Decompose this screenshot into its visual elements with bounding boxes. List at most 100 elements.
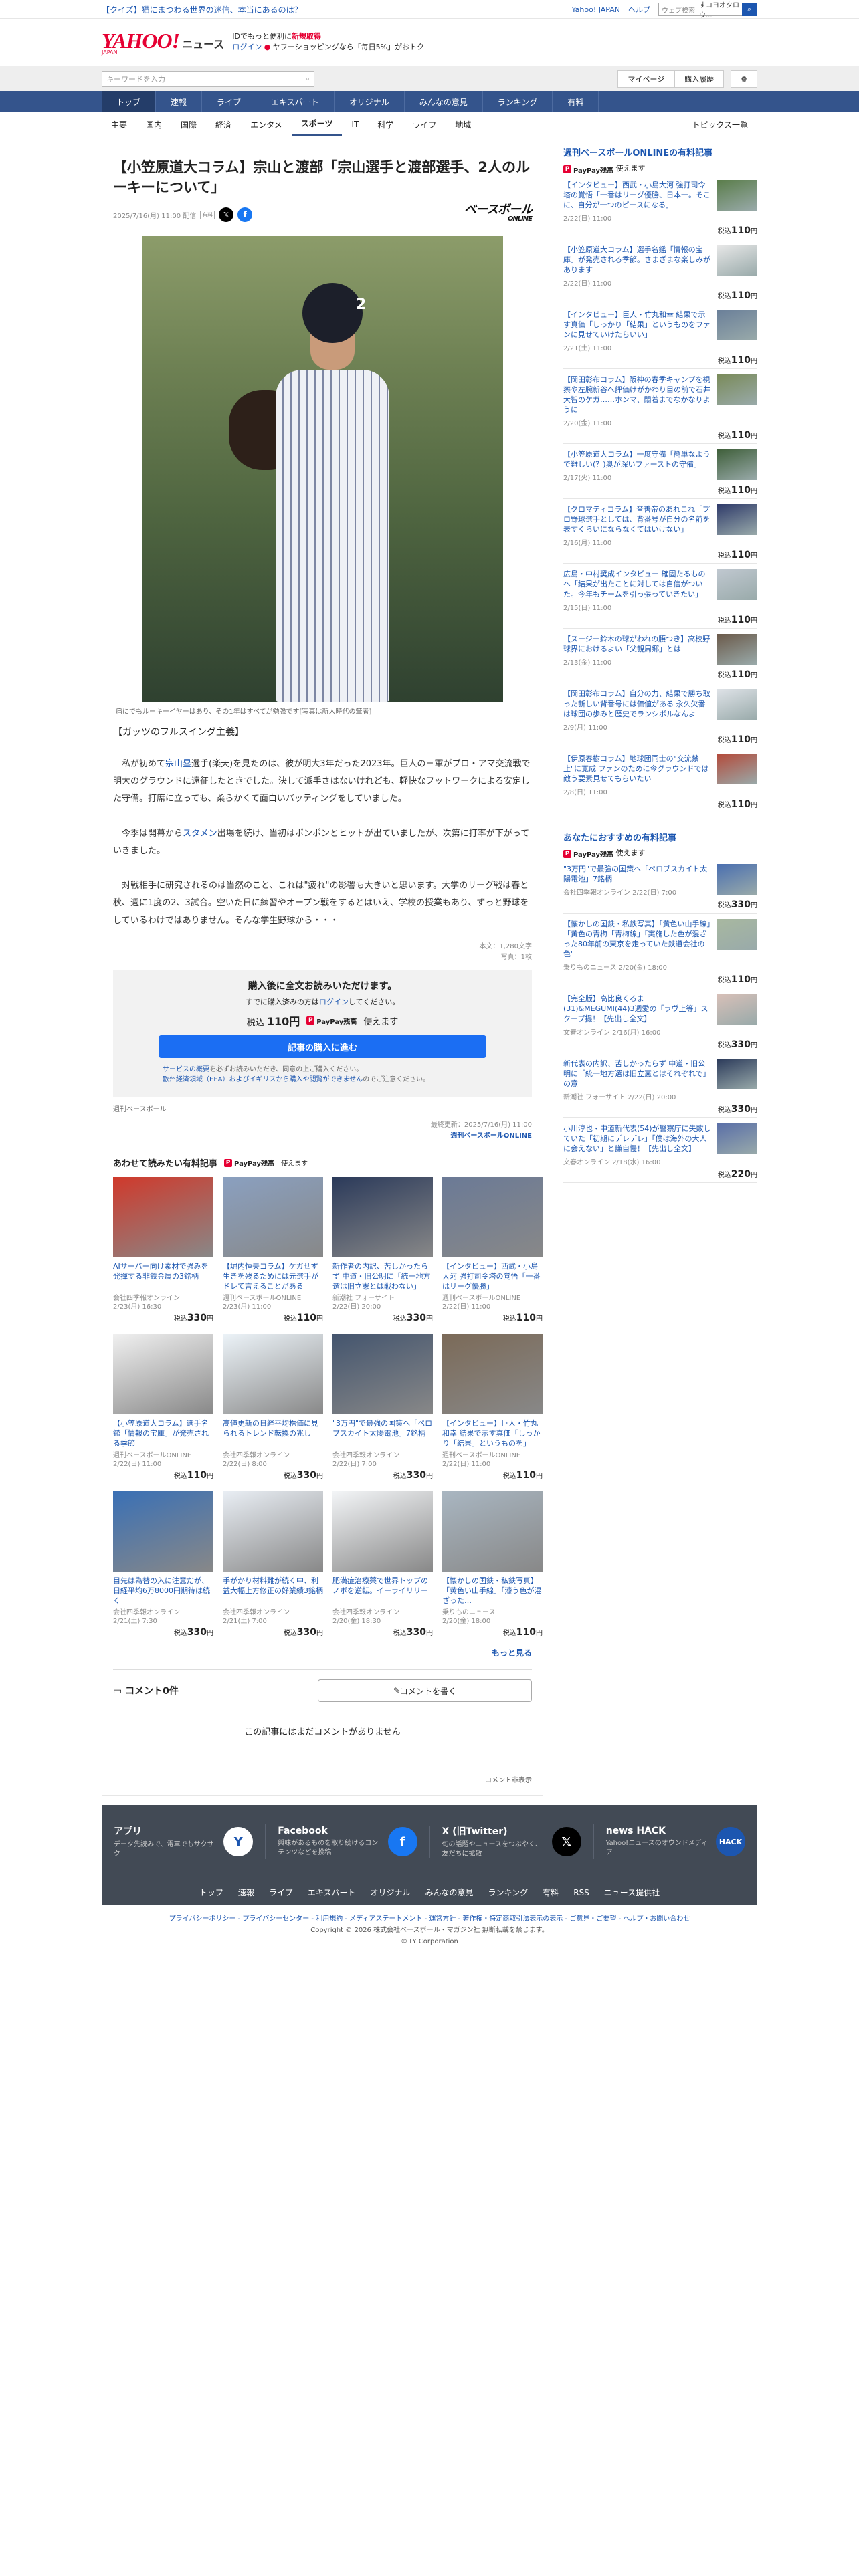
related-thumbnail[interactable] [113, 1334, 213, 1414]
related-card-title[interactable]: 【懐かしの国鉄・私鉄写真】「黄色い山手線」「漆う色が混ざった… [442, 1576, 543, 1606]
sidebar-article-title[interactable]: 【インタビュー】巨人・竹丸和幸 結果で示す真価「しっかり「結果」というものをファ… [563, 310, 712, 340]
sidebar-article-title[interactable]: 【小笠原道大コラム】選手名鑑「情報の宝庫」が発売される季節。さまざまな楽しみがあ… [563, 245, 712, 275]
cat-business[interactable]: 経済 [206, 112, 241, 136]
footer-link[interactable]: オリジナル [371, 1887, 411, 1898]
web-search-input[interactable]: すコヨオタロウ... [699, 0, 742, 19]
sidebar-thumbnail[interactable] [717, 568, 757, 600]
sidebar-article[interactable]: 【インタビュー】巨人・竹丸和幸 結果で示す真価「しっかり「結果」というものをファ… [563, 304, 757, 369]
service-summary-link[interactable]: サービスの概要 [163, 1066, 209, 1073]
gnav-top[interactable]: トップ [102, 91, 157, 112]
related-thumbnail[interactable] [332, 1334, 433, 1414]
related-thumbnail[interactable] [442, 1334, 543, 1414]
sidebar-thumbnail[interactable] [717, 504, 757, 535]
footer-app-0[interactable]: アプリ データ先読みで、電車でもサクサク Y [102, 1824, 266, 1859]
footer-link[interactable]: 速報 [238, 1887, 254, 1898]
related-card-title[interactable]: 新作者の内訳、苦しかったらず 中道・旧公明に「統一地方選は旧立憲とは戦わない」 [332, 1261, 433, 1291]
footer-link[interactable]: ランキング [488, 1887, 529, 1898]
sidebar-thumbnail[interactable] [717, 244, 757, 276]
sidebar-thumbnail[interactable] [717, 179, 757, 211]
sidebar-article-title[interactable]: 【完全版】高比良くるま(31)&MEGUMI(44)3週愛の「ラヴ上等」スクープ… [563, 994, 712, 1024]
footer-app-1[interactable]: Facebook 興味があるものを取り続けるコンテンツなどを投稿 f [266, 1826, 430, 1858]
gnav-opinion[interactable]: みんなの意見 [405, 91, 483, 112]
sidebar-article[interactable]: 広島・中村奨成インタビュー 確固たるものへ「結果が出たことに対しては自信がついた… [563, 564, 757, 629]
related-card[interactable]: 【堀内恒夫コラム】ケガせず生きを残るためには元選手がドレて言えることがある 週刊… [223, 1177, 323, 1323]
related-card-title[interactable]: 目先は為替の入に注意だが、日経平均6万8000円期待は続く [113, 1576, 213, 1606]
sidebar-article-title[interactable]: 広島・中村奨成インタビュー 確固たるものへ「結果が出たことに対しては自信がついた… [563, 569, 712, 599]
sidebar-thumbnail[interactable] [717, 864, 757, 895]
related-thumbnail[interactable] [332, 1177, 433, 1257]
cat-it[interactable]: IT [342, 112, 368, 136]
sidebar-thumbnail[interactable] [717, 633, 757, 665]
footer-app-icon[interactable]: HACK [716, 1827, 745, 1856]
sidebar-thumbnail[interactable] [717, 1123, 757, 1154]
related-card[interactable]: AIサーバー向け素材で強みを発揮する非鉄金属の3銘柄 会社四季報オンライン 2/2… [113, 1177, 213, 1323]
related-thumbnail[interactable] [223, 1334, 323, 1414]
sidebar-thumbnail[interactable] [717, 449, 757, 480]
hide-comments-toggle[interactable]: コメント非表示 [113, 1774, 532, 1784]
gnav-paid[interactable]: 有料 [553, 91, 599, 112]
sidebar-thumbnail[interactable] [717, 753, 757, 784]
footer-app-icon[interactable]: 𝕏 [551, 1827, 581, 1856]
hide-comments-checkbox[interactable] [472, 1774, 482, 1784]
related-thumbnail[interactable] [332, 1491, 433, 1572]
related-card[interactable]: 高値更新の日経平均株価に見られるトレンド転換の兆し 会社四季報オンライン 2/22… [223, 1334, 323, 1481]
shopping-message[interactable]: ヤフーショッピングなら「毎日5%」がおトク [273, 43, 424, 51]
publisher-logo[interactable]: ベースボール ONLINE [464, 204, 533, 224]
promo-link[interactable]: 【クイズ】猫にまつわる世界の迷信、本当にあるのは？ [102, 4, 302, 15]
related-thumbnail[interactable] [442, 1177, 543, 1257]
sidebar-article-title[interactable]: 【岡田彰布コラム】阪神の春季キャンプを視察や左腕新谷へ評価けがかわり目の前で石井… [563, 374, 712, 415]
sidebar-article[interactable]: 【小笠原道大コラム】選手名鑑「情報の宝庫」が発売される季節。さまざまな楽しみがあ… [563, 239, 757, 304]
related-card[interactable]: 目先は為替の入に注意だが、日経平均6万8000円期待は続く 会社四季報オンライン… [113, 1491, 213, 1638]
sidebar-article-title[interactable]: 【懐かしの国鉄・私鉄写真】「黄色い山手線」「黄色の青梅「青梅線」「実施した色が混… [563, 919, 712, 959]
signup-link[interactable]: 新規取得 [292, 32, 321, 41]
related-thumbnail[interactable] [442, 1491, 543, 1572]
related-card[interactable]: 肥満症治療薬で世界トップのノボを逆転。イーライリリー 会社四季報オンライン 2/2… [332, 1491, 433, 1638]
yahoo-news-logo[interactable]: YAHOO! JAPAN ニュース [102, 29, 224, 56]
related-thumbnail[interactable] [223, 1177, 323, 1257]
related-card-title[interactable]: 肥満症治療薬で世界トップのノボを逆転。イーライリリー [332, 1576, 433, 1606]
sidebar-article-title[interactable]: 新代表の内訳、苦しかったらず 中道・旧公明に「統一地方選は旧立憲とはそれぞれで」… [563, 1059, 712, 1089]
sidebar-article-title[interactable]: 【小笠原道大コラム】一度守備「簡単なようで難しい(？)奥が深いファーストの守備」 [563, 449, 712, 469]
related-card-title[interactable]: 【小笠原道大コラム】選手名鑑「情報の宝庫」が発売される季節 [113, 1418, 213, 1448]
purchase-login-link[interactable]: ログイン [319, 998, 349, 1006]
sidebar-thumbnail[interactable] [717, 994, 757, 1025]
cat-sports[interactable]: スポーツ [291, 112, 343, 136]
sidebar-article[interactable]: 【完全版】高比良くるま(31)&MEGUMI(44)3週愛の「ラヴ上等」スクープ… [563, 988, 757, 1053]
sidebar-thumbnail[interactable] [717, 688, 757, 720]
related-card-title[interactable]: 【堀内恒夫コラム】ケガせず生きを残るためには元選手がドレて言えることがある [223, 1261, 323, 1291]
more-link[interactable]: もっと見る [113, 1647, 532, 1658]
related-card[interactable]: 新作者の内訳、苦しかったらず 中道・旧公明に「統一地方選は旧立憲とは戦わない」 … [332, 1177, 433, 1323]
x-share-icon[interactable]: 𝕏 [219, 207, 234, 222]
footer-app-icon[interactable]: f [387, 1827, 417, 1856]
related-thumbnail[interactable] [113, 1177, 213, 1257]
sidebar-article-title[interactable]: 【岡田彰布コラム】自分の力、結果で勝ち取った新しい背番号には価値がある 永久欠番… [563, 689, 712, 719]
footer-link[interactable]: ニュース提供社 [604, 1887, 660, 1898]
related-card-title[interactable]: AIサーバー向け素材で強みを発揮する非鉄金属の3銘柄 [113, 1261, 213, 1291]
related-thumbnail[interactable] [113, 1491, 213, 1572]
cat-world[interactable]: 国際 [171, 112, 206, 136]
related-card-title[interactable]: "3万円"で最強の国策へ「ペロブスカイト太陽電池」7銘柄 [332, 1418, 433, 1448]
footer-link[interactable]: みんなの意見 [425, 1887, 474, 1898]
sidebar-publisher-title[interactable]: 週刊ベースボールONLINEの有料記事 [563, 146, 757, 158]
sidebar-article[interactable]: 【スージー鈴木の球がわれの腰つき】高校野球界におけるよい「父親周郷」とは 2/13… [563, 629, 757, 683]
sidebar-article[interactable]: "3万円"で最強の国策へ「ペロブスカイト太陽電池」7銘柄 会社四季報オンライン 2… [563, 859, 757, 914]
help-link[interactable]: ヘルプ [628, 4, 650, 15]
gnav-breaking[interactable]: 速報 [156, 91, 203, 112]
article-photo[interactable]: 2 [142, 236, 503, 702]
cat-life[interactable]: ライフ [403, 112, 446, 136]
purchase-button[interactable]: 記事の購入に進む [159, 1035, 486, 1058]
cat-domestic[interactable]: 国内 [136, 112, 171, 136]
related-card-title[interactable]: 【インタビュー】巨人・竹丸和幸 結果で示す真価「しっかり「結果」というものを」 [442, 1418, 543, 1448]
munemaya-link[interactable]: 宗山塁 [165, 759, 191, 769]
sidebar-thumbnail[interactable] [717, 919, 757, 950]
sidebar-article-title[interactable]: "3万円"で最強の国策へ「ペロブスカイト太陽電池」7銘柄 [563, 864, 712, 884]
write-comment-button[interactable]: ✎ コメントを書く [318, 1679, 532, 1702]
sidebar-article[interactable]: 【伊原春樹コラム】地球団同士の"交流禁止"に寛成 ファンのために今グラウンドでは… [563, 748, 757, 813]
purchase-history-button[interactable]: 購入履歴 [674, 70, 725, 88]
sidebar-article[interactable]: 新代表の内訳、苦しかったらず 中道・旧公明に「統一地方選は旧立憲とはそれぞれで」… [563, 1053, 757, 1118]
sidebar-article[interactable]: 【岡田彰布コラム】阪神の春季キャンプを視察や左腕新谷へ評価けがかわり目の前で石井… [563, 369, 757, 444]
footer-app-3[interactable]: news HACK Yahoo!ニュースのオウンドメディア HACK [594, 1826, 757, 1858]
sidebar-article-title[interactable]: 【クロマティコラム】音善帝のあれこれ「プロ野球選手としては、背番号が自分の名前を… [563, 504, 712, 534]
footer-link[interactable]: トップ [199, 1887, 223, 1898]
related-card[interactable]: 【インタビュー】西武・小島大河 強打司令塔の覚悟「一番はリーグ優勝」 週刊ベース… [442, 1177, 543, 1323]
